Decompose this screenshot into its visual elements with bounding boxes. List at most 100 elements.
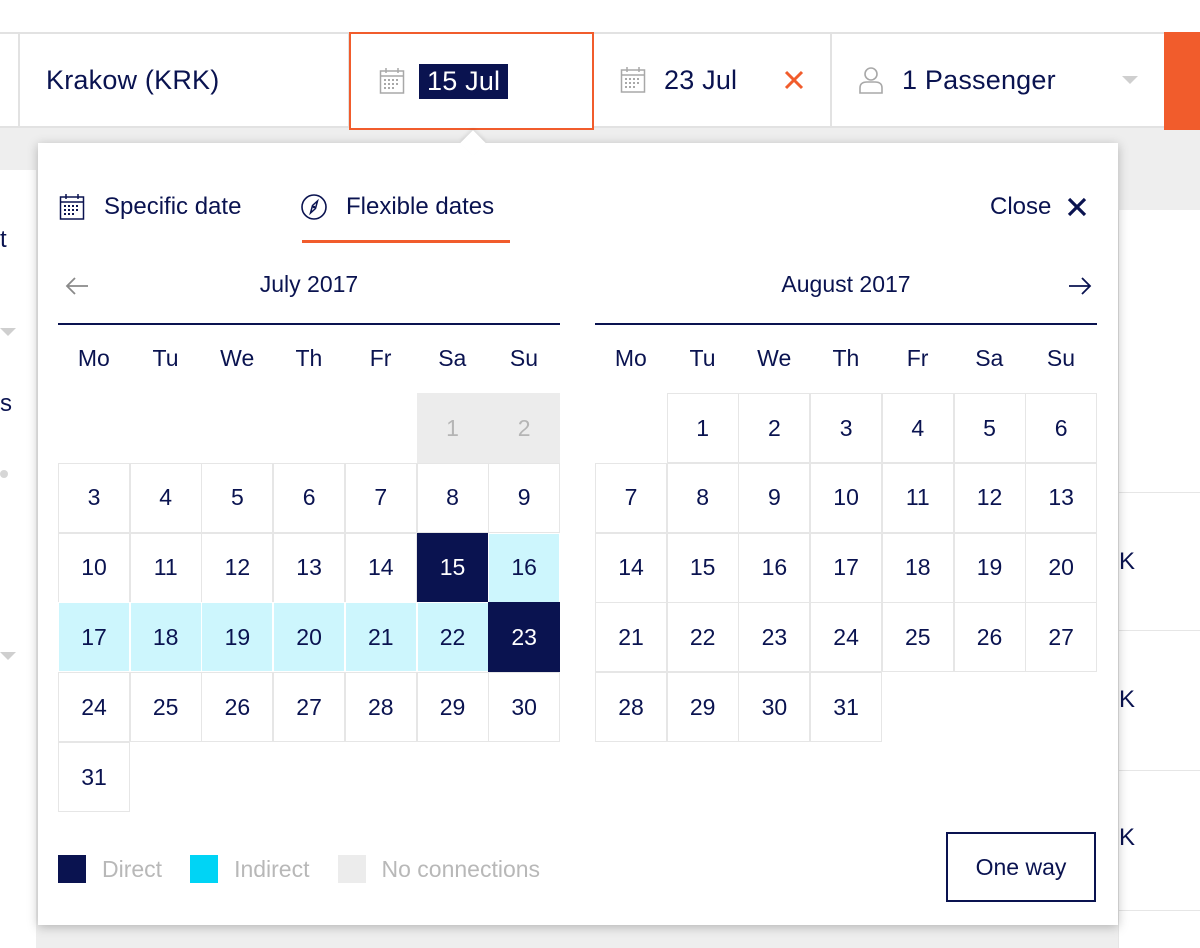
search-button[interactable] xyxy=(1164,32,1200,130)
calendar-day[interactable]: 31 xyxy=(58,742,130,812)
calendar-day[interactable]: 21 xyxy=(595,602,667,673)
close-icon xyxy=(1068,197,1087,217)
compass-icon xyxy=(301,194,327,220)
calendar-day[interactable]: 3 xyxy=(810,393,883,463)
calendar-day[interactable]: 30 xyxy=(488,672,561,743)
calendar-day[interactable]: 23 xyxy=(488,602,561,673)
calendar-day[interactable]: 24 xyxy=(810,602,883,673)
calendar-day[interactable]: 23 xyxy=(738,602,811,673)
calendar-day[interactable]: 13 xyxy=(273,532,346,603)
calendar-day[interactable]: 1 xyxy=(416,393,489,463)
calendar-day[interactable]: 28 xyxy=(344,672,417,743)
calendar-day[interactable]: 6 xyxy=(1025,393,1098,463)
calendar-day[interactable]: 18 xyxy=(881,532,954,603)
calendar-day[interactable]: 25 xyxy=(881,602,954,673)
calendar-day[interactable]: 13 xyxy=(1025,462,1098,533)
calendar-day[interactable]: 8 xyxy=(666,462,739,533)
tab-label: Specific date xyxy=(104,193,242,220)
close-button[interactable]: Close xyxy=(990,193,1087,221)
calendar-day[interactable]: 7 xyxy=(595,462,667,533)
calendar-day[interactable]: 16 xyxy=(738,532,811,603)
calendar-day[interactable]: 29 xyxy=(416,672,489,743)
calendar-day[interactable]: 2 xyxy=(738,393,811,463)
calendar-day[interactable]: 10 xyxy=(58,532,130,603)
calendar-day[interactable]: 22 xyxy=(416,602,489,673)
calendar-day[interactable]: 21 xyxy=(344,602,417,673)
calendar-day[interactable]: 31 xyxy=(810,672,883,743)
chevron-down-icon xyxy=(0,652,16,660)
background-panel-right: K K K xyxy=(1118,210,1200,948)
calendar-day[interactable]: 12 xyxy=(201,532,274,603)
calendar-day[interactable]: 17 xyxy=(58,602,130,673)
one-way-button[interactable]: One way xyxy=(946,832,1096,902)
calendar-day[interactable]: 26 xyxy=(201,672,274,743)
calendar-day[interactable]: 19 xyxy=(953,532,1026,603)
calendar-day[interactable]: 1 xyxy=(666,393,739,463)
calendar-day[interactable]: 26 xyxy=(953,602,1026,673)
tab-specific-date[interactable]: Specific date xyxy=(58,193,241,221)
calendar-day[interactable]: 22 xyxy=(666,602,739,673)
calendar-day[interactable]: 14 xyxy=(344,532,417,603)
chevron-down-icon xyxy=(0,328,16,336)
calendar-day[interactable]: 5 xyxy=(201,462,274,533)
outbound-date-field[interactable]: 15 Jul xyxy=(349,32,594,130)
calendar-day[interactable]: 11 xyxy=(129,532,202,603)
background-panel-left: t s xyxy=(0,170,36,948)
calendar-day[interactable]: 19 xyxy=(201,602,274,673)
calendar-day[interactable]: 3 xyxy=(58,462,130,533)
background-text-fragment: K xyxy=(1119,686,1136,713)
calendar-day[interactable]: 4 xyxy=(881,393,954,463)
background-text-fragment: K xyxy=(1119,824,1136,851)
calendar-day[interactable]: 25 xyxy=(129,672,202,743)
chevron-down-icon[interactable] xyxy=(1122,76,1138,84)
calendar-day[interactable]: 9 xyxy=(488,462,561,533)
calendar-grid-july: 1 2 3 4 5 6 7 8 9 10 11 12 13 14 15 16 17 18 19 20 21 22 23 24 2… xyxy=(58,393,561,813)
weekday-label: We xyxy=(757,345,792,371)
calendar-day[interactable]: 9 xyxy=(738,462,811,533)
outbound-date-value[interactable]: 15 Jul xyxy=(419,63,509,99)
calendar-day[interactable]: 20 xyxy=(273,602,346,673)
calendar-day[interactable]: 7 xyxy=(344,462,417,533)
calendar-icon xyxy=(59,194,85,220)
calendar-day[interactable]: 12 xyxy=(953,462,1026,533)
calendar-day[interactable]: 11 xyxy=(881,462,954,533)
destination-field[interactable]: Krakow (KRK) xyxy=(20,34,350,126)
calendar-day[interactable]: 29 xyxy=(666,672,739,743)
calendar-day[interactable]: 5 xyxy=(953,393,1026,463)
calendar-day[interactable]: 30 xyxy=(738,672,811,743)
month-header-july: July 2017 xyxy=(58,271,560,301)
calendar-day[interactable]: 6 xyxy=(273,462,346,533)
calendar-day[interactable]: 28 xyxy=(595,672,667,743)
calendar-day[interactable]: 17 xyxy=(810,532,883,603)
legend-swatch-direct xyxy=(58,855,86,883)
person-icon xyxy=(859,67,883,94)
calendar-day[interactable]: 8 xyxy=(416,462,489,533)
calendar-day[interactable]: 15 xyxy=(666,532,739,603)
calendar-icon xyxy=(379,68,405,94)
calendar-day[interactable]: 4 xyxy=(129,462,202,533)
date-picker-popup: Specific date Flexible dates Close July … xyxy=(38,130,1118,925)
calendar-day[interactable]: 16 xyxy=(488,532,561,603)
top-strip xyxy=(0,0,1200,32)
calendar-day[interactable]: 27 xyxy=(273,672,346,743)
calendar-day[interactable]: 2 xyxy=(488,393,561,463)
background-text-fragment: t xyxy=(0,226,7,253)
divider xyxy=(1119,910,1200,911)
clear-return-date-icon[interactable] xyxy=(782,68,806,92)
arrow-right-icon[interactable] xyxy=(1067,273,1093,299)
calendar-day[interactable]: 20 xyxy=(1025,532,1098,603)
weekday-label: Tu xyxy=(689,345,716,371)
divider xyxy=(1119,630,1200,631)
passengers-field[interactable]: 1 Passenger xyxy=(832,34,1166,126)
origin-field-edge[interactable] xyxy=(0,34,20,126)
tab-flexible-dates[interactable]: Flexible dates xyxy=(300,193,494,221)
calendar-day[interactable]: 10 xyxy=(810,462,883,533)
calendar-day[interactable]: 15 xyxy=(416,532,489,603)
calendar-day[interactable]: 18 xyxy=(129,602,202,673)
calendar-day[interactable]: 14 xyxy=(595,532,667,603)
calendar-grid-august: 1 2 3 4 5 6 7 8 9 10 11 12 13 14 15 16 17 18 19 20 21 22 23 24 2… xyxy=(595,393,1098,813)
divider xyxy=(1119,770,1200,771)
calendar-day[interactable]: 24 xyxy=(58,672,130,743)
calendar-day[interactable]: 27 xyxy=(1025,602,1098,673)
return-date-field[interactable]: 23 Jul xyxy=(594,34,832,126)
